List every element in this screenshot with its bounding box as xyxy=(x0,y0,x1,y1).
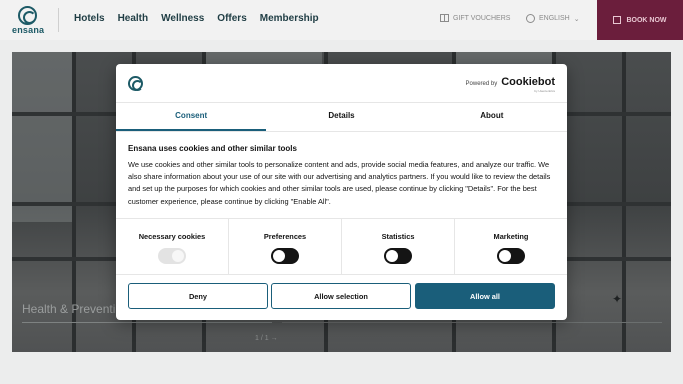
option-preferences: Preferences xyxy=(229,219,342,274)
divider xyxy=(116,131,567,132)
site-header: ensana Hotels Health Wellness Offers Mem… xyxy=(0,0,683,40)
gift-vouchers-label: GIFT VOUCHERS xyxy=(453,14,511,22)
consent-tabs: Consent Details About xyxy=(116,103,567,131)
window-pane xyxy=(12,52,72,222)
chevron-down-icon: ⌄ xyxy=(573,15,580,23)
gift-icon xyxy=(440,14,449,22)
bird-icon: ✦ xyxy=(612,292,623,306)
option-necessary: Necessary cookies xyxy=(116,219,229,274)
calendar-icon xyxy=(613,16,622,24)
option-label: Preferences xyxy=(263,232,307,241)
globe-icon xyxy=(526,14,535,23)
option-statistics: Statistics xyxy=(342,219,455,274)
nav-item-hotels[interactable]: Hotels xyxy=(74,13,105,24)
language-selector[interactable]: ENGLISH ⌄ xyxy=(526,14,580,23)
statistics-toggle[interactable] xyxy=(384,248,412,264)
allow-all-button[interactable]: Allow all xyxy=(415,283,555,309)
option-label: Necessary cookies xyxy=(138,232,206,241)
language-label: ENGLISH xyxy=(539,15,570,22)
hero-pager[interactable]: 1 / 1 → xyxy=(255,335,278,342)
cookiebot-logo: Cookiebot xyxy=(501,76,555,88)
hero-title: Health & Preventi xyxy=(22,302,116,316)
tab-consent[interactable]: Consent xyxy=(116,103,267,131)
necessary-toggle xyxy=(158,248,186,264)
gift-vouchers-link[interactable]: GIFT VOUCHERS xyxy=(440,14,510,22)
allow-selection-button[interactable]: Allow selection xyxy=(271,283,411,309)
cookie-consent-dialog: Powered by Cookiebot by Usercentrics Con… xyxy=(116,64,567,320)
main-nav: Hotels Health Wellness Offers Membership xyxy=(74,13,332,24)
option-label: Marketing xyxy=(493,232,529,241)
ensana-logo[interactable]: ensana xyxy=(10,6,46,36)
consent-body-text: We use cookies and other similar tools t… xyxy=(128,160,551,206)
powered-by-cookiebot[interactable]: Powered by Cookiebot by Usercentrics xyxy=(465,76,555,94)
nav-item-offers[interactable]: Offers xyxy=(217,13,246,24)
deny-button[interactable]: Deny xyxy=(128,283,268,309)
nav-item-health[interactable]: Health xyxy=(118,13,149,24)
tab-about[interactable]: About xyxy=(417,103,567,131)
tab-details[interactable]: Details xyxy=(266,103,416,131)
book-now-button[interactable]: BOOK NOW xyxy=(597,0,683,40)
header-divider xyxy=(58,8,59,32)
divider xyxy=(116,274,567,275)
logo-text: ensana xyxy=(12,25,45,35)
hero-progress-line xyxy=(22,322,272,323)
ensana-logo-icon xyxy=(128,76,143,91)
cookiebot-sub-label: by Usercentrics xyxy=(534,89,555,93)
cookie-category-toggles: Necessary cookies Preferences Statistics… xyxy=(116,219,567,274)
logo-mark-icon xyxy=(18,6,37,25)
nav-item-wellness[interactable]: Wellness xyxy=(161,13,204,24)
option-label: Statistics xyxy=(381,232,415,241)
preferences-toggle[interactable] xyxy=(271,248,299,264)
option-marketing: Marketing xyxy=(455,219,567,274)
book-now-label: BOOK NOW xyxy=(626,16,667,24)
hero-progress-line xyxy=(282,322,662,323)
powered-by-label: Powered by xyxy=(465,81,498,87)
marketing-toggle[interactable] xyxy=(497,248,525,264)
consent-heading: Ensana uses cookies and other similar to… xyxy=(128,144,297,153)
nav-item-membership[interactable]: Membership xyxy=(260,13,319,24)
